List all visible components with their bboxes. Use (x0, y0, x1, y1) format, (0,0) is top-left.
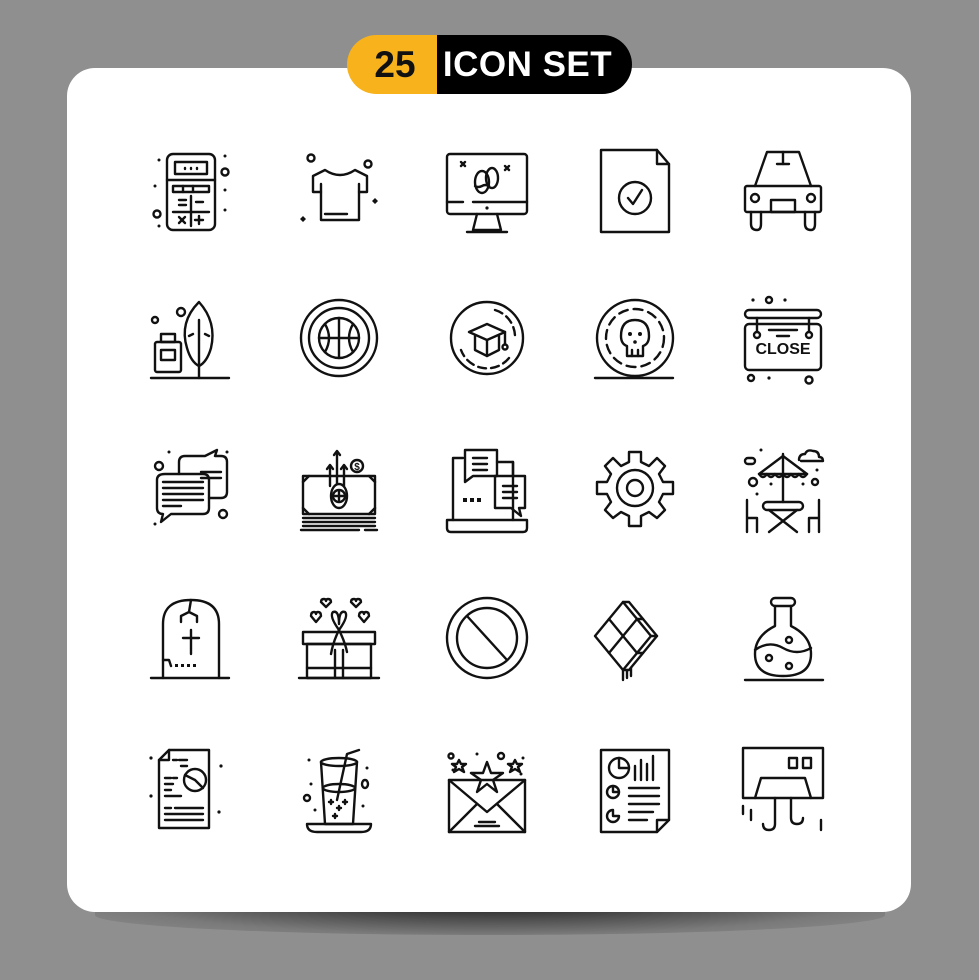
prohibited-sign-icon[interactable] (437, 590, 537, 690)
close-sign-text: CLOSE (755, 341, 810, 358)
gear-icon[interactable] (585, 440, 685, 540)
title-label: ICON SET (437, 35, 632, 94)
basketball-circle-icon[interactable] (289, 290, 389, 390)
money-stack-growth-icon[interactable]: $ (289, 440, 389, 540)
tshirt-icon[interactable] (289, 140, 389, 240)
dollar-sign-text: $ (354, 462, 360, 473)
icon-count: 25 (347, 35, 437, 94)
calculator-icon[interactable] (141, 140, 241, 240)
chat-bubbles-icon[interactable] (141, 440, 241, 540)
air-conditioner-icon[interactable] (733, 740, 833, 840)
kite-icon[interactable] (585, 590, 685, 690)
cafe-table-umbrella-icon[interactable] (733, 440, 833, 540)
drink-glass-straw-icon[interactable] (289, 740, 389, 840)
tombstone-icon[interactable] (141, 590, 241, 690)
document-check-icon[interactable] (585, 140, 685, 240)
chemistry-flask-icon[interactable] (733, 590, 833, 690)
car-front-icon[interactable] (733, 140, 833, 240)
monitor-easter-eggs-icon[interactable] (437, 140, 537, 240)
envelope-stars-icon[interactable] (437, 740, 537, 840)
skull-circle-icon[interactable] (585, 290, 685, 390)
report-pie-chart-icon[interactable] (141, 740, 241, 840)
laptop-chat-icon[interactable] (437, 440, 537, 540)
graduation-cap-circle-icon[interactable] (437, 290, 537, 390)
ink-bottle-feather-icon[interactable] (141, 290, 241, 390)
analytics-report-icon[interactable] (585, 740, 685, 840)
icon-grid: CLOSE $ (67, 68, 911, 912)
gift-box-hearts-icon[interactable] (289, 590, 389, 690)
close-sign-icon[interactable]: CLOSE (733, 290, 833, 390)
title-badge: 25 ICON SET (347, 35, 632, 94)
